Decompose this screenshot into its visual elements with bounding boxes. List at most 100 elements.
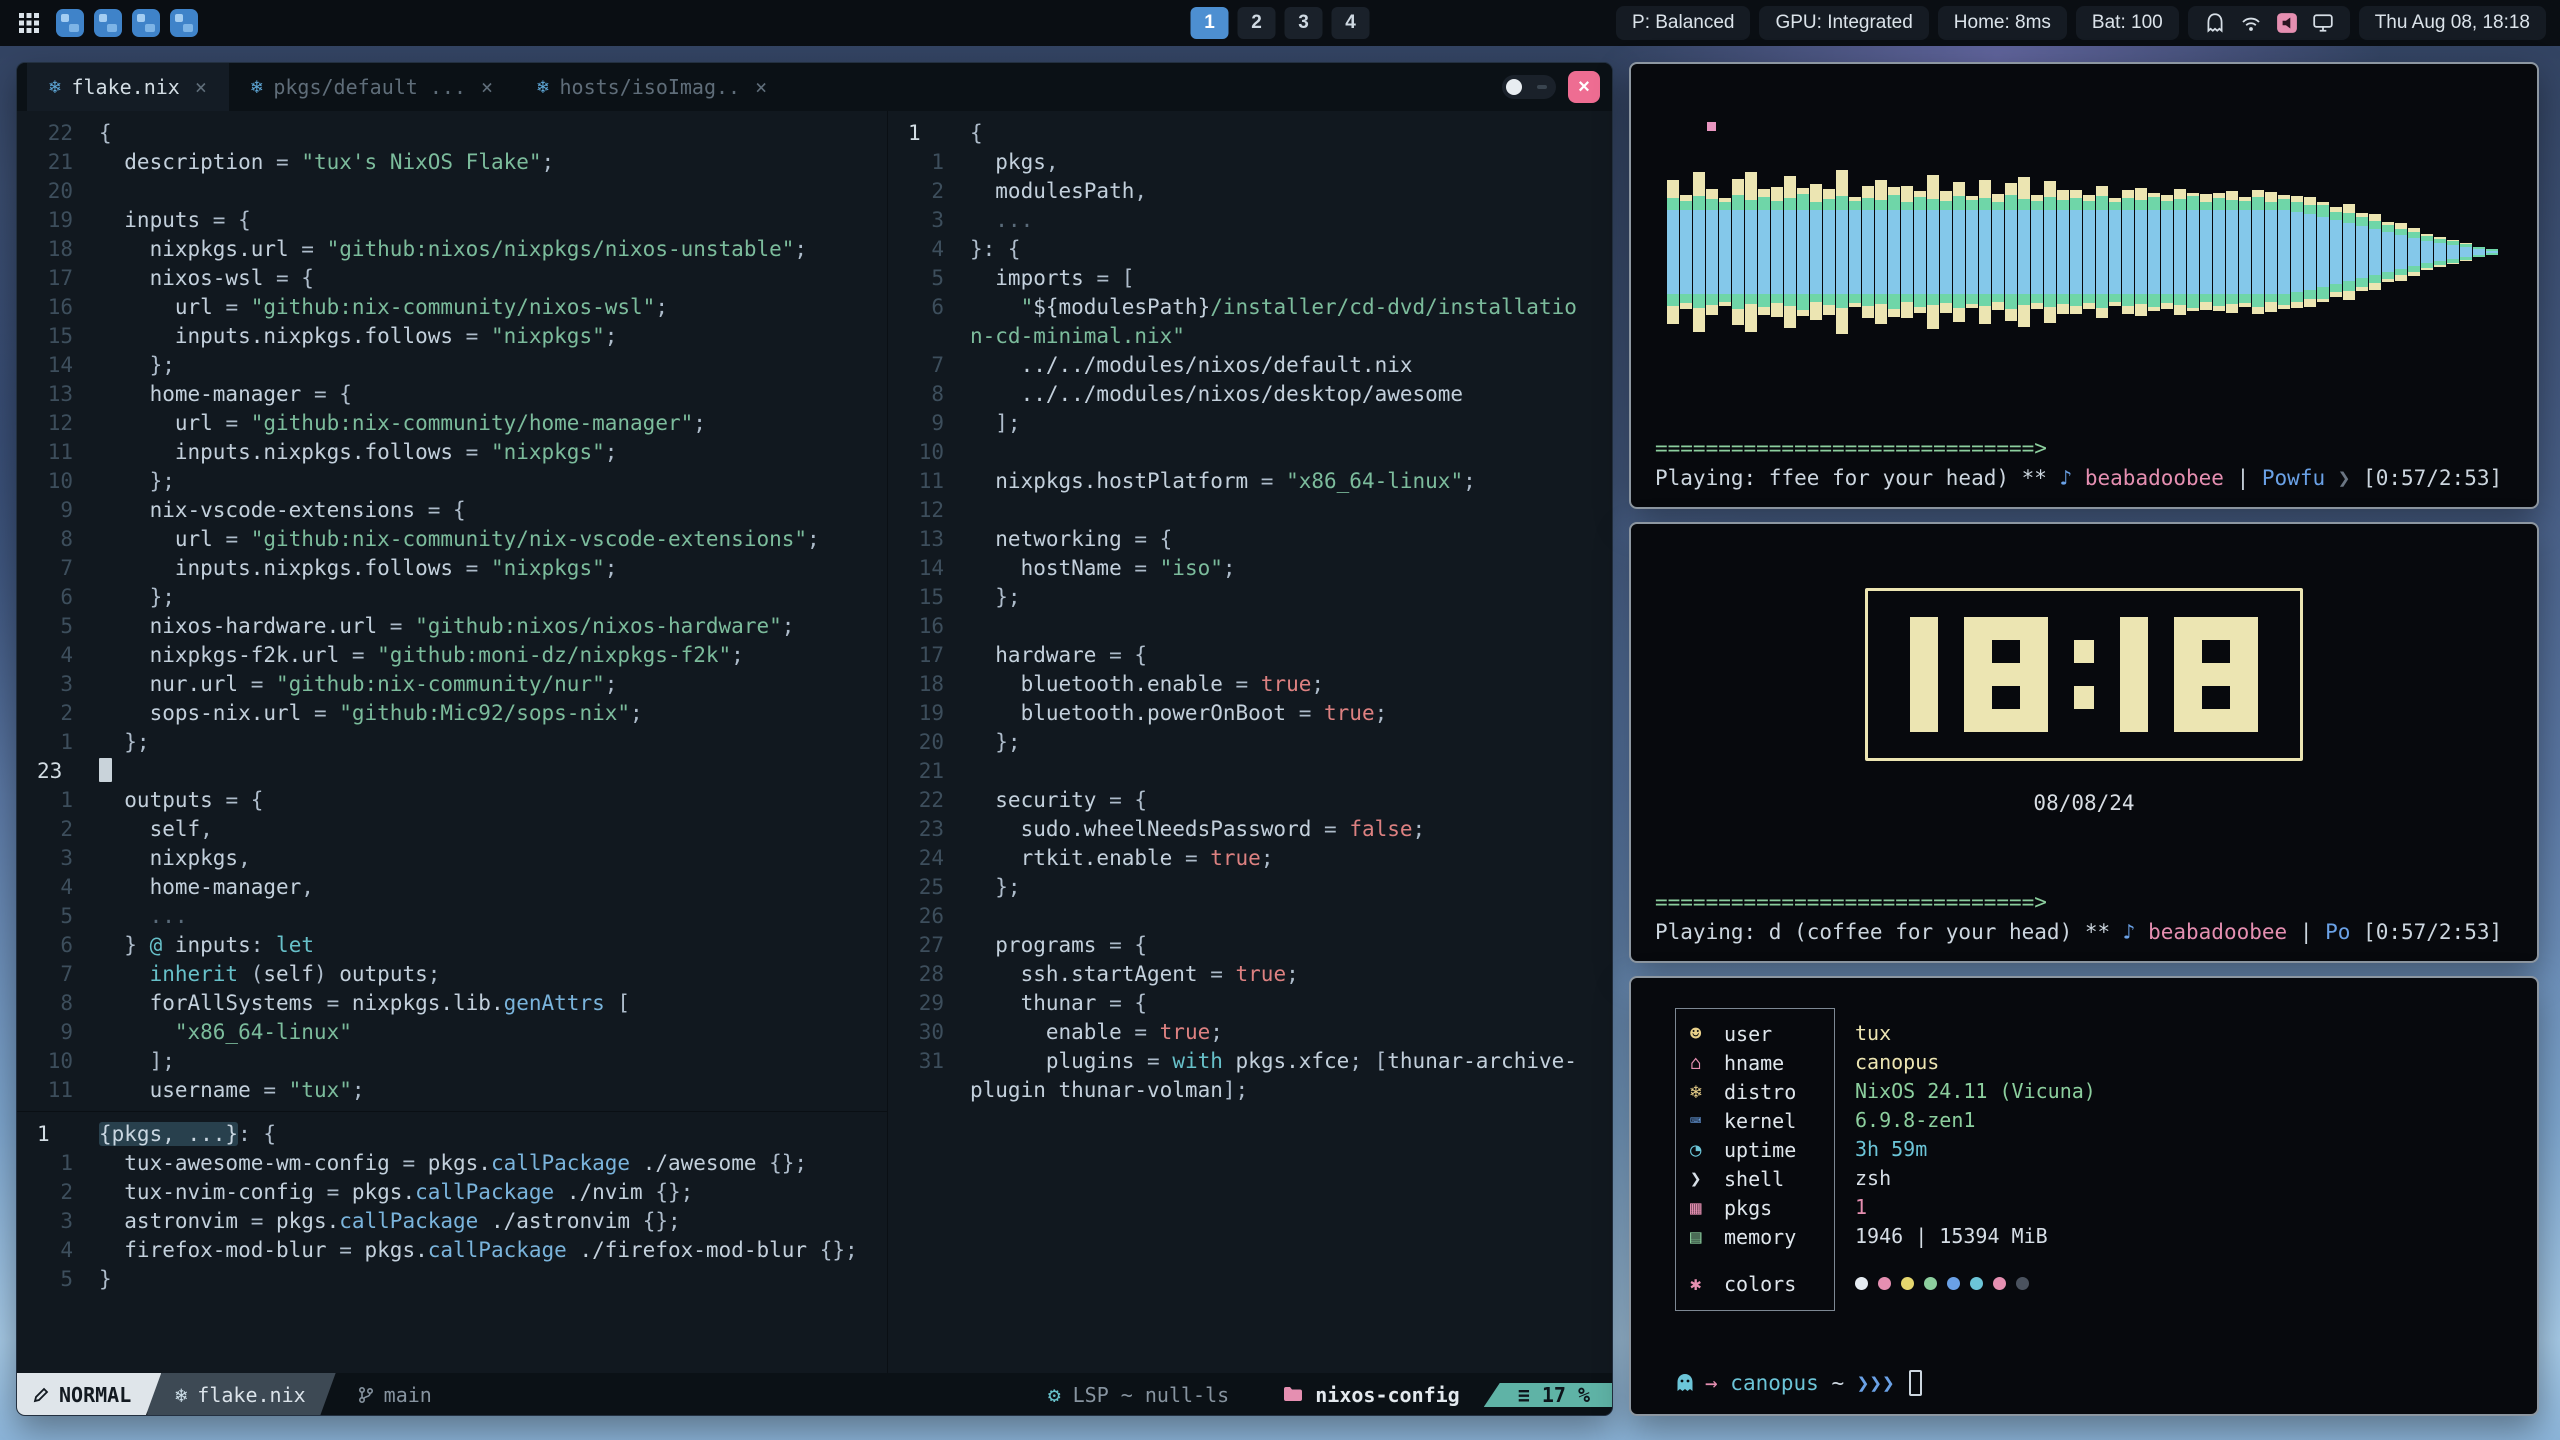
line-number: 5: [27, 612, 91, 641]
visualizer-bar: [2109, 302, 2121, 306]
visualizer-bar: [2083, 210, 2095, 294]
fetch-window[interactable]: ☻user⌂hname❄distro⌨kernel◔uptime❯shell▦p…: [1629, 976, 2539, 1416]
editor-pane-iso-image[interactable]: 1{1 pkgs,2 modulesPath,3 ...4}: {5 impor…: [887, 111, 1612, 1373]
text-token: ;: [1463, 469, 1476, 493]
workspace-app-icon[interactable]: [56, 9, 84, 37]
window-close-button[interactable]: ×: [1568, 71, 1600, 103]
fetch-row-packages: ▦pkgs: [1690, 1193, 1834, 1222]
editor-tab[interactable]: ❄pkgs/default ...×: [229, 63, 515, 111]
visualizer-bar: [1875, 210, 1887, 294]
code-line: 3 nur.url = "github:nix-community/nur";: [27, 670, 887, 699]
fetch-value: zsh: [1855, 1164, 2096, 1193]
clock-cell: [2020, 640, 2048, 663]
code-line: 31 plugins = with pkgs.xfce; [thunar-arc…: [898, 1047, 1612, 1076]
workspace-app-icon[interactable]: [170, 9, 198, 37]
visualizer-bar: [2109, 202, 2121, 210]
status-chip[interactable]: GPU: Integrated: [1759, 6, 1928, 40]
code-line: 4 home-manager,: [27, 873, 887, 902]
clock-cell: [1992, 686, 2020, 709]
visualizer-bar: [1953, 210, 1965, 294]
visualizer-column: [2083, 195, 2095, 309]
fetch-value: NixOS 24.11 (Vicuna): [1855, 1077, 2096, 1106]
status-chip[interactable]: Home: 8ms: [1938, 6, 2067, 40]
editor-pane-flake-nix[interactable]: 22{21 description = "tux's NixOS Flake";…: [17, 111, 887, 1111]
shell-prompt[interactable]: → canopus ~ ❯❯❯: [1675, 1370, 2511, 1400]
editor-left-column: 22{21 description = "tux's NixOS Flake";…: [17, 111, 887, 1373]
text-token: [0:57/2:53]: [2363, 463, 2502, 493]
tab-close-icon[interactable]: ×: [481, 75, 493, 99]
clock-cell: [2202, 640, 2230, 663]
status-chip[interactable]: P: Balanced: [1616, 6, 1750, 40]
music-visualizer-window[interactable]: ==============================> Playing:…: [1629, 62, 2539, 509]
theme-toggle[interactable]: [1502, 75, 1556, 99]
visualizer-bar: [1667, 198, 1679, 210]
visualizer-bar: [1862, 306, 1874, 318]
text-token: = {: [1122, 527, 1173, 551]
tag-button-1[interactable]: 1: [1191, 7, 1229, 39]
visualizer-column: [2343, 204, 2355, 300]
visualizer-bar: [2031, 201, 2043, 210]
visualizer-bar: [1758, 189, 1770, 197]
text-token: |: [2287, 917, 2325, 947]
code-line: 6 };: [27, 583, 887, 612]
text-token: outputs: [339, 962, 428, 986]
visualizer-bar: [2447, 245, 2459, 259]
clock-window[interactable]: 08/08/24 ==============================>…: [1629, 522, 2539, 963]
lines-icon: ≡: [1518, 1383, 1530, 1407]
visualizer-bar: [1706, 294, 1718, 305]
palette-dot: [2016, 1277, 2029, 1290]
code-text: self,: [99, 815, 213, 844]
workspace-app-icon[interactable]: [132, 9, 160, 37]
palette-dot: [1947, 1277, 1960, 1290]
text-token: =: [213, 527, 251, 551]
tag-button-2[interactable]: 2: [1238, 7, 1276, 39]
line-number: 12: [27, 409, 91, 438]
clock-cell: [2174, 686, 2202, 709]
editor-tab[interactable]: ❄hosts/isoImag..×: [515, 63, 789, 111]
code-line: 29 thunar = {: [898, 989, 1612, 1018]
visualizer-column: [2291, 196, 2303, 308]
visualizer-column: [2460, 243, 2472, 261]
tray-icons[interactable]: [2188, 6, 2350, 40]
workspace-app-icon[interactable]: [94, 9, 122, 37]
visualizer-bar: [1719, 210, 1731, 294]
text-token: Playing: d (coffee for your head) **: [1655, 917, 2123, 947]
text-token: url: [99, 527, 213, 551]
tab-close-icon[interactable]: ×: [755, 75, 767, 99]
visualizer-bar: [2044, 181, 2056, 197]
neovim-window[interactable]: ❄flake.nix×❄pkgs/default ...×❄hosts/isoI…: [16, 62, 1613, 1416]
text-token: pkgs.xfce: [1223, 1049, 1349, 1073]
line-number: 10: [898, 438, 962, 467]
text-token: callPackage: [428, 1238, 567, 1262]
visualizer-bar: [1758, 294, 1770, 307]
visualizer-bar: [2213, 294, 2225, 306]
visualizer-column: [1771, 187, 1783, 317]
code-line: 5}: [27, 1265, 887, 1294]
code-line: 7 inputs.nixpkgs.follows = "nixpkgs";: [27, 554, 887, 583]
tag-button-4[interactable]: 4: [1332, 7, 1370, 39]
editor-pane-pkgs-default[interactable]: 1{pkgs, ...}: {1 tux-awesome-wm-config =…: [17, 1111, 887, 1373]
text-token: modulesPath: [970, 179, 1134, 203]
visualizer-bar: [2200, 294, 2212, 302]
visualizer-bar: [2408, 238, 2420, 266]
tag-button-3[interactable]: 3: [1285, 7, 1323, 39]
visualizer-bar: [1667, 294, 1679, 306]
visualizer-bar: [2421, 268, 2433, 270]
line-number: 26: [898, 902, 962, 931]
clock-cell: [2020, 686, 2048, 709]
visualizer-bar: [2187, 308, 2199, 311]
text-token: programs: [970, 933, 1096, 957]
line-number: 11: [27, 438, 91, 467]
text-token: hardware: [970, 643, 1096, 667]
visualizer-bar: [2148, 210, 2160, 294]
code-text: astronvim = pkgs.callPackage ./astronvim…: [99, 1207, 681, 1236]
text-token: ;: [605, 556, 618, 580]
visualizer-bar: [1849, 294, 1861, 303]
line-number: 1: [27, 786, 91, 815]
status-chip[interactable]: Bat: 100: [2076, 6, 2179, 40]
visualizer-bar: [2317, 217, 2329, 287]
app-launcher-icon[interactable]: [14, 8, 44, 38]
visualizer-bar: [2148, 294, 2160, 307]
tab-close-icon[interactable]: ×: [195, 75, 207, 99]
editor-tab[interactable]: ❄flake.nix×: [27, 63, 229, 111]
